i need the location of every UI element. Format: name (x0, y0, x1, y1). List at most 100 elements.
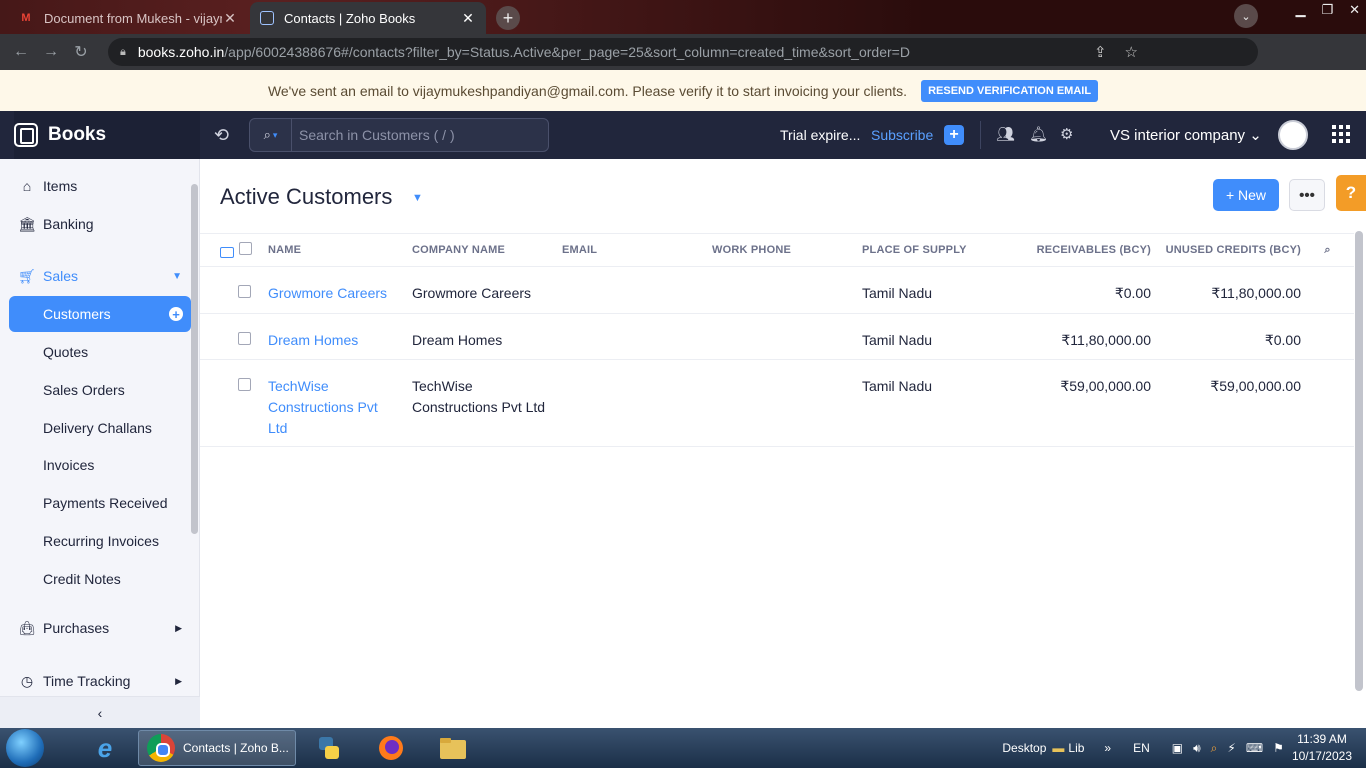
search-input[interactable]: ⌕ ▾ Search in Customers ( / ) (249, 118, 549, 152)
bell-icon[interactable]: 🔔︎ (1029, 125, 1048, 143)
recent-history-icon[interactable]: ⟲ (214, 125, 229, 146)
customer-name-link[interactable]: Growmore Careers (268, 285, 387, 301)
sidebar-sub-delivery-challans[interactable]: Delivery Challans (9, 410, 191, 446)
customer-name-link[interactable]: TechWise Constructions Pvt Ltd (268, 378, 378, 436)
back-icon[interactable]: ← (6, 43, 36, 61)
column-header-place-of-supply[interactable]: PLACE OF SUPPLY (862, 233, 1002, 267)
new-tab-button[interactable]: + (496, 6, 520, 30)
close-window-icon[interactable]: ✕ (1349, 2, 1360, 18)
share-icon[interactable]: ⇪ (1094, 43, 1107, 61)
search-icon[interactable]: ⌕ ▾ (250, 119, 292, 151)
sidebar-sub-customers[interactable]: Customers + (9, 296, 191, 332)
file-explorer-icon[interactable] (430, 730, 476, 766)
restore-icon[interactable]: ❐ (1321, 2, 1333, 18)
sidebar-item-sales[interactable]: 🛒︎ Sales ▼ (0, 258, 190, 294)
browser-tab-gmail[interactable]: M Document from Mukesh - vijaym ✕ (8, 2, 248, 34)
sidebar-sub-recurring-invoices[interactable]: Recurring Invoices (9, 523, 191, 559)
clock-time: 11:39 AM (1297, 732, 1347, 746)
collapse-sidebar-button[interactable]: ‹ (0, 696, 200, 728)
sidebar-scrollbar[interactable] (191, 184, 198, 534)
cell-place-of-supply: Tamil Nadu (862, 359, 1002, 447)
address-bar[interactable]: 🔒︎ books.zoho.in/app/60024388676#/contac… (108, 38, 1258, 66)
sidebar-item-purchases[interactable]: 👜︎ Purchases ▶ (0, 610, 190, 646)
table-row[interactable]: TechWise Constructions Pvt Ltd TechWise … (200, 359, 1354, 447)
close-tab-icon[interactable]: ✕ (460, 10, 476, 27)
column-header-company[interactable]: COMPANY NAME (412, 233, 562, 267)
cell-company: TechWise Constructions Pvt Ltd (412, 359, 562, 447)
action-center-flag-icon[interactable]: ⚑ (1273, 741, 1284, 755)
cell-work-phone (712, 313, 862, 360)
tab-search-icon[interactable]: ⌄ (1234, 4, 1258, 28)
sidebar-sub-sales-orders[interactable]: Sales Orders (9, 372, 191, 408)
app-logo[interactable]: Books (14, 111, 200, 159)
volume-icon[interactable]: 🔊︎ (1193, 741, 1201, 756)
user-avatar[interactable] (1278, 120, 1308, 150)
customer-name-link[interactable]: Dream Homes (268, 332, 358, 348)
lib-toolbar[interactable]: Lib (1068, 741, 1084, 755)
page-title[interactable]: Active Customers (220, 184, 392, 210)
row-select-cell (200, 359, 262, 447)
column-header-work-phone[interactable]: WORK PHONE (712, 233, 862, 267)
column-header-unused-credits[interactable]: UNUSED CREDITS (BCY) (1151, 233, 1301, 267)
row-checkbox[interactable] (238, 378, 251, 391)
table-row[interactable]: Dream Homes Dream Homes Tamil Nadu ₹11,8… (200, 313, 1354, 360)
forward-icon[interactable]: → (36, 43, 66, 61)
app-grid-icon[interactable] (1332, 125, 1350, 143)
python-icon[interactable] (306, 730, 352, 766)
keyboard-icon[interactable]: ⌨ (1246, 741, 1263, 755)
sidebar-sub-quotes[interactable]: Quotes (9, 334, 191, 370)
resend-verification-button[interactable]: RESEND VERIFICATION EMAIL (921, 79, 1099, 102)
tab-title: Document from Mukesh - vijaym (44, 10, 222, 26)
row-checkbox[interactable] (238, 285, 251, 298)
column-chooser-icon[interactable] (220, 246, 234, 258)
sidebar-item-items[interactable]: ⌂ Items (0, 168, 190, 204)
network-icon[interactable]: ▣ (1172, 741, 1183, 755)
select-all-checkbox[interactable] (239, 242, 252, 255)
reload-icon[interactable]: ↻ (66, 42, 96, 62)
language-indicator[interactable]: EN (1133, 741, 1150, 755)
table-search-icon[interactable]: ⌕ (1301, 233, 1354, 267)
sidebar-sub-invoices[interactable]: Invoices (9, 447, 191, 483)
taskbar-chrome-button[interactable]: Contacts | Zoho B... (138, 730, 296, 766)
column-header-name[interactable]: NAME (262, 233, 412, 267)
table-row[interactable]: Growmore Careers Growmore Careers Tamil … (200, 266, 1354, 314)
main-content: Active Customers ▼ + New ••• ? NAME COMP… (200, 159, 1366, 728)
cell-empty (1301, 313, 1354, 360)
column-header-email[interactable]: EMAIL (562, 233, 712, 267)
view-dropdown-icon[interactable]: ▼ (412, 192, 423, 204)
url-path: /app/60024388676#/contacts?filter_by=Sta… (224, 44, 910, 60)
internet-explorer-icon[interactable]: e (82, 730, 128, 766)
cell-email (562, 359, 712, 447)
add-customer-icon[interactable]: + (169, 307, 183, 322)
sidebar-item-time-tracking[interactable]: ◷ Time Tracking ▶ (0, 663, 190, 699)
main-scrollbar[interactable] (1355, 231, 1363, 691)
power-icon[interactable]: ⚡︎ (1227, 741, 1235, 755)
minimize-icon[interactable]: ▁ (1295, 2, 1305, 18)
firefox-icon[interactable] (368, 730, 414, 766)
desktop-toolbar[interactable]: Desktop (1002, 741, 1046, 755)
bookmark-star-icon[interactable]: ☆ (1125, 43, 1138, 61)
row-checkbox[interactable] (238, 332, 251, 345)
trial-status[interactable]: Trial expire... (780, 127, 860, 143)
bag-icon: 👜︎ (18, 619, 36, 636)
sidebar-sub-payments-received[interactable]: Payments Received (9, 485, 191, 521)
lock-icon[interactable]: 🔒︎ (120, 46, 126, 59)
more-options-button[interactable]: ••• (1289, 179, 1325, 211)
column-header-receivables[interactable]: RECEIVABLES (BCY) (1002, 233, 1151, 267)
quick-create-button[interactable]: + (944, 125, 964, 145)
search-tray-icon[interactable]: ⌕ (1211, 741, 1218, 756)
toolbar-overflow-icon[interactable]: » (1104, 741, 1111, 755)
sidebar-sub-label: Quotes (43, 344, 89, 360)
organization-switcher[interactable]: VS interior company ⌄ (1110, 126, 1262, 144)
sidebar-item-banking[interactable]: 🏛︎ Banking (0, 206, 190, 242)
help-button[interactable]: ? (1336, 175, 1366, 211)
close-tab-icon[interactable]: ✕ (222, 10, 238, 27)
new-customer-button[interactable]: + New (1213, 179, 1279, 211)
windows-start-icon[interactable] (6, 729, 44, 767)
browser-tab-zoho[interactable]: Contacts | Zoho Books ✕ (250, 2, 486, 34)
gear-icon[interactable]: ⚙ (1060, 125, 1073, 143)
clock[interactable]: 11:39 AM 10/17/2023 (1292, 731, 1352, 765)
sidebar-sub-credit-notes[interactable]: Credit Notes (9, 561, 191, 597)
users-icon[interactable]: 👥︎ (996, 125, 1015, 143)
subscribe-link[interactable]: Subscribe (871, 127, 933, 143)
